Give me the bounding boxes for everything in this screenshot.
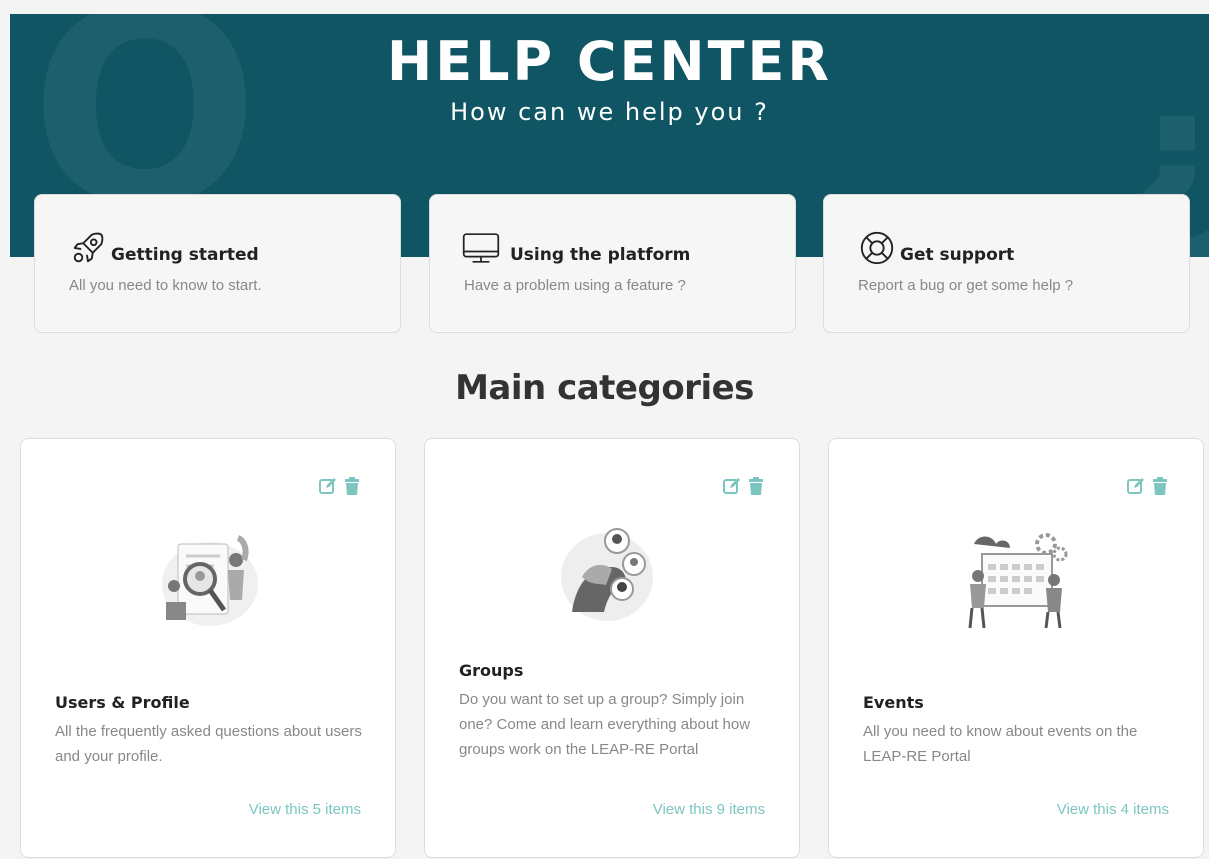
category-title: Events (863, 693, 924, 712)
category-card-events[interactable]: Events All you need to know about events… (828, 438, 1204, 858)
quick-link-title: Get support (900, 245, 1015, 265)
quick-link-title: Getting started (111, 245, 259, 265)
quick-link-description: All you need to know to start. (69, 277, 262, 294)
main-categories-heading: Main categories (455, 368, 754, 408)
groups-illustration (561, 528, 653, 621)
category-description: All you need to know about events on the… (863, 723, 1138, 765)
category-title: Users & Profile (55, 693, 190, 712)
quick-link-description: Report a bug or get some help ? (858, 277, 1074, 294)
category-description: Do you want to set up a group? Simply jo… (459, 691, 751, 758)
lifebuoy-icon (860, 231, 894, 265)
view-items-link[interactable]: View this 4 items (1057, 801, 1169, 818)
category-description: All the frequently asked questions about… (55, 723, 362, 765)
quick-link-description: Have a problem using a feature ? (464, 277, 686, 294)
quick-link-get-support[interactable]: Get support Report a bug or get some hel… (823, 194, 1190, 333)
category-title: Groups (459, 661, 524, 680)
monitor-icon (462, 233, 500, 263)
page-title: HELP CENTER (387, 30, 832, 93)
trash-icon[interactable] (1151, 477, 1169, 495)
events-illustration (968, 533, 1068, 629)
view-items-link[interactable]: View this 9 items (653, 801, 765, 818)
edit-icon[interactable] (319, 477, 337, 495)
quick-link-getting-started[interactable]: Getting started All you need to know to … (34, 194, 401, 333)
category-card-users-profile[interactable]: Users & Profile All the frequently asked… (20, 438, 396, 858)
card-actions (723, 477, 765, 495)
card-actions (1127, 477, 1169, 495)
trash-icon[interactable] (747, 477, 765, 495)
rocket-icon (73, 232, 104, 263)
view-items-link[interactable]: View this 5 items (249, 801, 361, 818)
trash-icon[interactable] (343, 477, 361, 495)
category-card-groups[interactable]: Groups Do you want to set up a group? Si… (424, 438, 800, 858)
quick-link-title: Using the platform (510, 245, 691, 265)
page-subtitle: How can we help you ? (450, 98, 769, 126)
edit-icon[interactable] (1127, 477, 1145, 495)
card-actions (319, 477, 361, 495)
users-profile-illustration (162, 535, 258, 626)
edit-icon[interactable] (723, 477, 741, 495)
quick-link-using-platform[interactable]: Using the platform Have a problem using … (429, 194, 796, 333)
